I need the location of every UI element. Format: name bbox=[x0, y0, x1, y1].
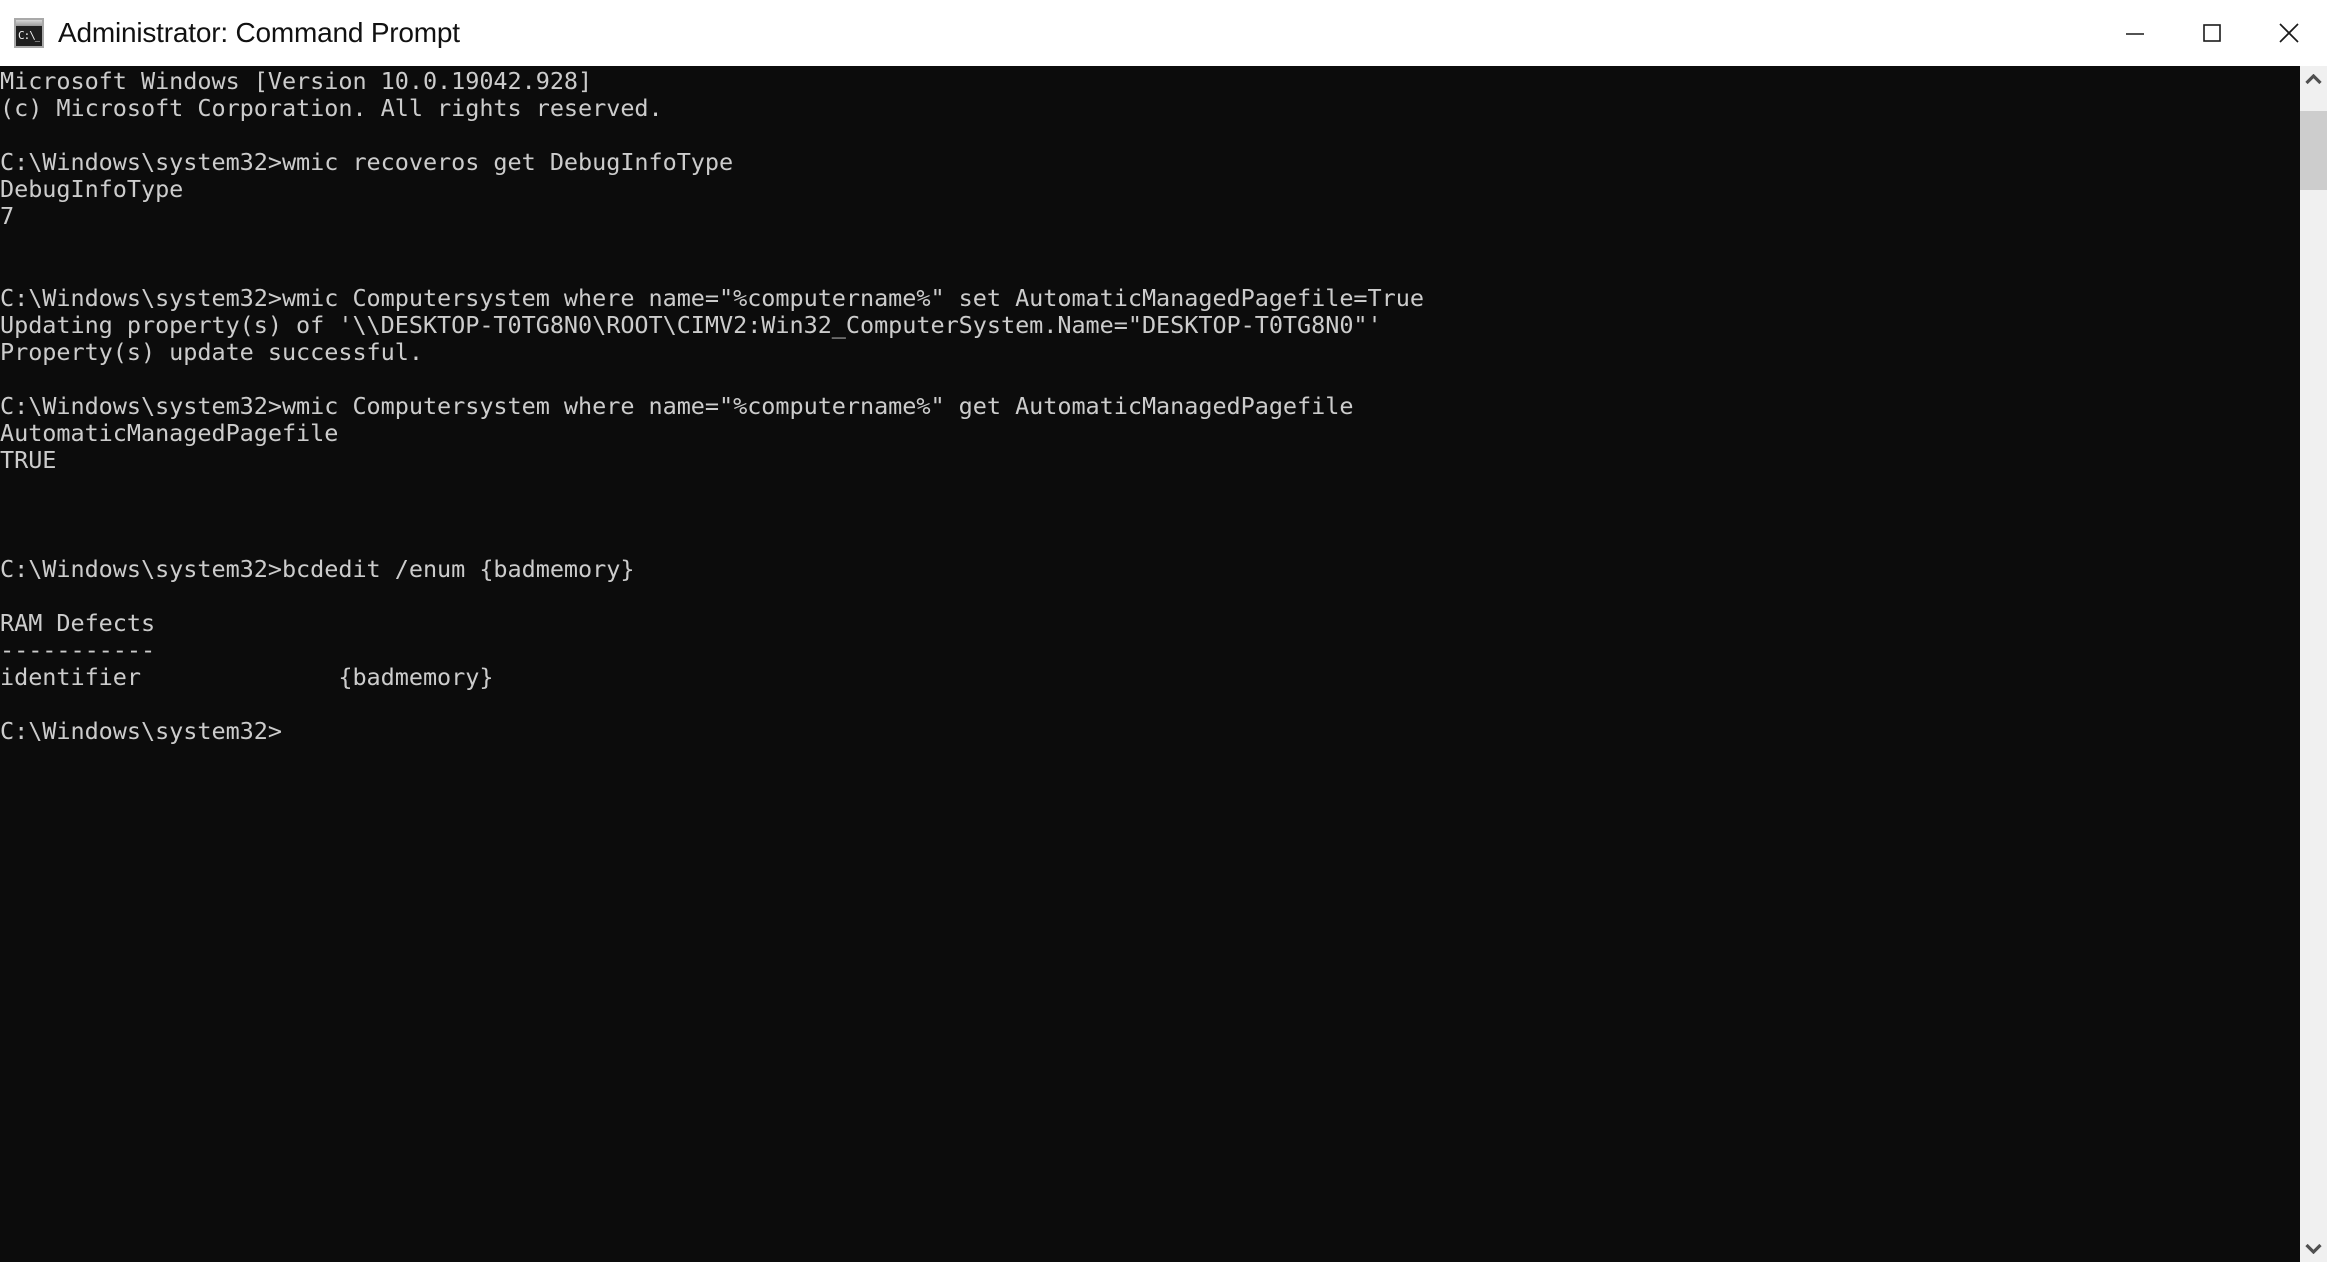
scrollbar-thumb[interactable] bbox=[2300, 111, 2327, 190]
maximize-button[interactable] bbox=[2173, 0, 2250, 66]
minimize-button[interactable] bbox=[2096, 0, 2173, 66]
scrollbar-track[interactable] bbox=[2300, 93, 2327, 1235]
close-icon bbox=[2278, 23, 2299, 43]
console-line: C:\Windows\system32>bcdedit /enum {badme… bbox=[0, 554, 635, 583]
console-line: Updating property(s) of '\\DESKTOP-T0TG8… bbox=[0, 310, 1382, 339]
scroll-down-arrow-icon bbox=[2305, 1243, 2322, 1254]
cmd-icon: C:\_ bbox=[14, 18, 44, 48]
console-line: identifier {badmemory} bbox=[0, 663, 494, 692]
maximize-icon bbox=[2202, 24, 2221, 42]
console-line: C:\Windows\system32>wmic Computersystem … bbox=[0, 392, 1354, 421]
window-controls bbox=[2096, 0, 2327, 66]
console-line: DebugInfoType bbox=[0, 175, 184, 204]
vertical-scrollbar[interactable] bbox=[2300, 66, 2327, 1262]
command-prompt-window: C:\_ Administrator: Command Prompt Micro… bbox=[0, 0, 2327, 1262]
minimize-icon bbox=[2125, 33, 2144, 35]
scroll-down-button[interactable] bbox=[2300, 1235, 2327, 1262]
console-line: ----------- bbox=[0, 635, 156, 664]
title-bar[interactable]: C:\_ Administrator: Command Prompt bbox=[0, 0, 2327, 66]
console-output[interactable]: Microsoft Windows [Version 10.0.19042.92… bbox=[0, 66, 2300, 1262]
console-line: 7 bbox=[0, 202, 15, 231]
console-line: C:\Windows\system32>wmic Computersystem … bbox=[0, 283, 1424, 312]
cmd-icon-glyph: C:\_ bbox=[18, 29, 40, 42]
console-line: C:\Windows\system32> bbox=[0, 717, 282, 746]
close-button[interactable] bbox=[2250, 0, 2327, 66]
window-title: Administrator: Command Prompt bbox=[58, 17, 460, 48]
console-area: Microsoft Windows [Version 10.0.19042.92… bbox=[0, 66, 2327, 1262]
title-bar-left: C:\_ Administrator: Command Prompt bbox=[0, 0, 460, 66]
console-line: AutomaticManagedPagefile bbox=[0, 419, 339, 448]
console-line: C:\Windows\system32>wmic recoveros get D… bbox=[0, 148, 734, 177]
scroll-up-button[interactable] bbox=[2300, 66, 2327, 93]
scroll-up-arrow-icon bbox=[2305, 74, 2322, 85]
console-line: (c) Microsoft Corporation. All rights re… bbox=[0, 94, 663, 123]
console-line: Microsoft Windows [Version 10.0.19042.92… bbox=[0, 67, 593, 95]
console-line: Property(s) update successful. bbox=[0, 337, 423, 366]
console-line: RAM Defects bbox=[0, 608, 156, 637]
console-line: TRUE bbox=[0, 446, 57, 475]
